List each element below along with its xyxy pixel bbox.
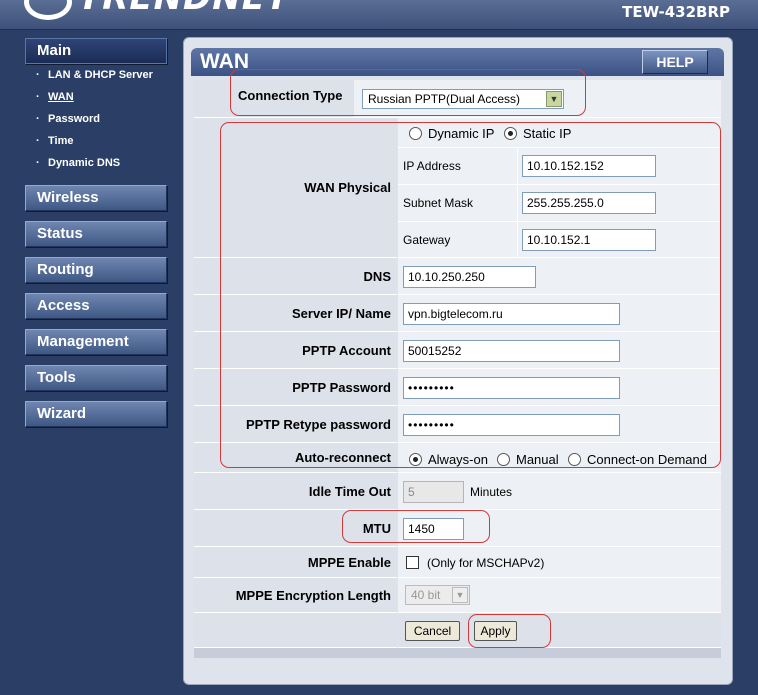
page-title: WAN	[200, 50, 249, 73]
ip-address-input[interactable]: 10.10.152.152	[522, 155, 656, 177]
wan-physical-label: WAN Physical	[194, 118, 397, 258]
sidebar-subitem-wan[interactable]: · WAN	[36, 91, 74, 103]
sidebar-item-tools[interactable]: Tools	[25, 365, 167, 391]
sidebar-item-wireless[interactable]: Wireless	[25, 185, 167, 211]
logo-ring-icon	[24, 0, 72, 20]
mppe-length-select[interactable]: 40 bit ▼	[405, 585, 470, 605]
manual-label: Manual	[516, 452, 559, 467]
static-ip-radio[interactable]	[504, 127, 517, 140]
sidebar-item-status[interactable]: Status	[25, 221, 167, 247]
mppe-enable-note: (Only for MSCHAPv2)	[427, 556, 545, 570]
chevron-down-icon: ▼	[452, 587, 468, 603]
connect-on-demand-label: Connect-on Demand	[587, 452, 707, 467]
connection-type-label: Connection Type	[238, 88, 343, 103]
chevron-down-icon: ▼	[546, 91, 562, 107]
mtu-input[interactable]: 1450	[403, 518, 464, 540]
server-input[interactable]: vpn.bigtelecom.ru	[403, 303, 620, 325]
dynamic-ip-radio[interactable]	[409, 127, 422, 140]
title-bar: WAN HELP	[191, 48, 724, 76]
divider	[398, 184, 721, 185]
mppe-length-label: MPPE Encryption Length	[194, 578, 397, 613]
mtu-label: MTU	[194, 510, 397, 547]
idle-time-label: Idle Time Out	[194, 473, 397, 510]
connection-type-select[interactable]: Russian PPTP(Dual Access) ▼	[362, 89, 564, 109]
always-on-label: Always-on	[428, 452, 488, 467]
footer-strip	[194, 648, 721, 658]
mppe-enable-label: MPPE Enable	[194, 547, 397, 578]
divider	[398, 221, 721, 222]
sidebar-subitem-dynamic-dns[interactable]: · Dynamic DNS	[36, 157, 120, 169]
dns-label: DNS	[194, 258, 397, 295]
sidebar-item-access[interactable]: Access	[25, 293, 167, 319]
pptp-retype-input[interactable]: •••••••••	[403, 414, 620, 436]
pptp-account-input[interactable]: 50015252	[403, 340, 620, 362]
subnet-mask-label: Subnet Mask	[403, 196, 474, 210]
gateway-label: Gateway	[403, 233, 451, 247]
auto-reconnect-label: Auto-reconnect	[194, 443, 397, 473]
idle-time-input[interactable]: 5	[403, 481, 464, 503]
connection-type-value: Russian PPTP(Dual Access)	[368, 92, 521, 106]
apply-button[interactable]: Apply	[474, 621, 517, 641]
sidebar-subitem-password[interactable]: · Password	[36, 113, 100, 125]
mppe-length-value: 40 bit	[411, 588, 441, 602]
sidebar-subitem-lan-dhcp[interactable]: · LAN & DHCP Server	[36, 69, 153, 81]
pptp-retype-label: PPTP Retype password	[194, 406, 397, 443]
sidebar-item-wizard[interactable]: Wizard	[25, 401, 167, 427]
sidebar-item-main[interactable]: Main	[25, 38, 167, 64]
sidebar-subitem-time[interactable]: · Time	[36, 135, 73, 147]
server-label: Server IP/ Name	[194, 295, 397, 332]
pptp-password-input[interactable]: •••••••••	[403, 377, 620, 399]
sidebar-item-management[interactable]: Management	[25, 329, 167, 355]
mppe-enable-checkbox[interactable]	[406, 556, 419, 569]
dns-input[interactable]: 10.10.250.250	[403, 266, 536, 288]
trendnet-logo: TRENDNET	[24, 0, 289, 24]
idle-time-unit: Minutes	[470, 485, 513, 499]
ip-address-label: IP Address	[403, 159, 461, 173]
static-ip-label: Static IP	[523, 126, 572, 141]
pptp-account-label: PPTP Account	[194, 332, 397, 369]
cancel-button[interactable]: Cancel	[405, 621, 460, 641]
pptp-password-label: PPTP Password	[194, 369, 397, 406]
manual-radio[interactable]	[497, 453, 510, 466]
model-name: TEW-432BRP	[622, 3, 730, 21]
actions-label-cell	[194, 613, 397, 648]
sidebar: Main · LAN & DHCP Server · WAN · Password ·…	[0, 30, 180, 695]
divider	[517, 148, 518, 258]
divider	[398, 147, 721, 148]
dynamic-ip-label: Dynamic IP	[428, 126, 495, 141]
connect-on-demand-radio[interactable]	[568, 453, 581, 466]
sidebar-item-routing[interactable]: Routing	[25, 257, 167, 283]
header: TRENDNET TEW-432BRP	[0, 0, 758, 30]
subnet-mask-input[interactable]: 255.255.255.0	[522, 192, 656, 214]
gateway-input[interactable]: 10.10.152.1	[522, 229, 656, 251]
help-button[interactable]: HELP	[642, 50, 708, 74]
brand-name: TRENDNET	[78, 0, 290, 18]
always-on-radio[interactable]	[409, 453, 422, 466]
